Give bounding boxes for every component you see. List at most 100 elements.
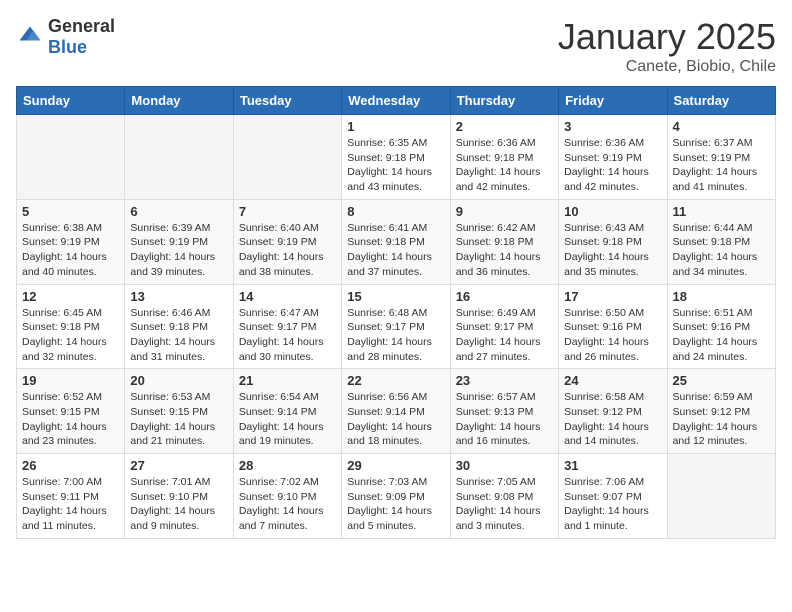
calendar-cell — [17, 115, 125, 200]
calendar-week-row: 1Sunrise: 6:35 AMSunset: 9:18 PMDaylight… — [17, 115, 776, 200]
calendar-title: January 2025 — [558, 16, 776, 58]
day-info: Sunrise: 6:44 AMSunset: 9:18 PMDaylight:… — [673, 221, 770, 280]
day-number: 2 — [456, 119, 553, 134]
day-info: Sunrise: 7:00 AMSunset: 9:11 PMDaylight:… — [22, 475, 119, 534]
logo-icon — [16, 23, 44, 51]
daylight-text: Daylight: 14 hours and 39 minutes. — [130, 251, 215, 278]
daylight-text: Daylight: 14 hours and 21 minutes. — [130, 421, 215, 448]
day-number: 5 — [22, 204, 119, 219]
calendar-cell: 21Sunrise: 6:54 AMSunset: 9:14 PMDayligh… — [233, 369, 341, 454]
sunrise-text: Sunrise: 6:44 AM — [673, 222, 753, 234]
daylight-text: Daylight: 14 hours and 36 minutes. — [456, 251, 541, 278]
daylight-text: Daylight: 14 hours and 26 minutes. — [564, 336, 649, 363]
daylight-text: Daylight: 14 hours and 23 minutes. — [22, 421, 107, 448]
day-info: Sunrise: 7:02 AMSunset: 9:10 PMDaylight:… — [239, 475, 336, 534]
day-info: Sunrise: 6:38 AMSunset: 9:19 PMDaylight:… — [22, 221, 119, 280]
day-info: Sunrise: 6:46 AMSunset: 9:18 PMDaylight:… — [130, 306, 227, 365]
daylight-text: Daylight: 14 hours and 43 minutes. — [347, 166, 432, 193]
calendar-cell: 28 Sunrise: 7:02 AMSunset: 9:10 PMDayligh… — [233, 454, 341, 539]
calendar-cell: 22Sunrise: 6:56 AMSunset: 9:14 PMDayligh… — [342, 369, 450, 454]
sunset-text: Sunset: 9:19 PM — [239, 236, 317, 248]
calendar-cell — [125, 115, 233, 200]
day-info: Sunrise: 6:45 AMSunset: 9:18 PMDaylight:… — [22, 306, 119, 365]
daylight-text: Daylight: 14 hours and 34 minutes. — [673, 251, 758, 278]
day-number: 7 — [239, 204, 336, 219]
sunset-text: Sunset: 9:12 PM — [673, 406, 751, 418]
calendar-cell: 13Sunrise: 6:46 AMSunset: 9:18 PMDayligh… — [125, 284, 233, 369]
sunset-text: Sunset: 9:15 PM — [130, 406, 208, 418]
daylight-text: Daylight: 14 hours and 11 minutes. — [22, 505, 107, 532]
day-info: Sunrise: 6:52 AMSunset: 9:15 PMDaylight:… — [22, 390, 119, 449]
day-number: 28 — [239, 458, 336, 473]
sunset-text: Sunset: 9:11 PM — [22, 491, 99, 503]
day-info: Sunrise: 6:56 AMSunset: 9:14 PMDaylight:… — [347, 390, 444, 449]
day-info: Sunrise: 6:37 AMSunset: 9:19 PMDaylight:… — [673, 136, 770, 195]
day-number: 16 — [456, 289, 553, 304]
weekday-header-wednesday: Wednesday — [342, 87, 450, 115]
calendar-cell: 4Sunrise: 6:37 AMSunset: 9:19 PMDaylight… — [667, 115, 775, 200]
day-number: 3 — [564, 119, 661, 134]
day-info: Sunrise: 7:05 AMSunset: 9:08 PMDaylight:… — [456, 475, 553, 534]
sunset-text: Sunset: 9:07 PM — [564, 491, 642, 503]
calendar-cell: 14Sunrise: 6:47 AMSunset: 9:17 PMDayligh… — [233, 284, 341, 369]
sunset-text: Sunset: 9:17 PM — [239, 321, 317, 333]
sunset-text: Sunset: 9:08 PM — [456, 491, 534, 503]
sunrise-text: Sunrise: 7:06 AM — [564, 476, 644, 488]
weekday-header-saturday: Saturday — [667, 87, 775, 115]
day-number: 19 — [22, 373, 119, 388]
calendar-cell: 26 Sunrise: 7:00 AMSunset: 9:11 PMDayligh… — [17, 454, 125, 539]
calendar-cell: 24Sunrise: 6:58 AMSunset: 9:12 PMDayligh… — [559, 369, 667, 454]
sunrise-text: Sunrise: 6:58 AM — [564, 391, 644, 403]
weekday-header-friday: Friday — [559, 87, 667, 115]
day-info: Sunrise: 6:49 AMSunset: 9:17 PMDaylight:… — [456, 306, 553, 365]
calendar-cell: 23Sunrise: 6:57 AMSunset: 9:13 PMDayligh… — [450, 369, 558, 454]
sunset-text: Sunset: 9:19 PM — [564, 152, 642, 164]
day-info: Sunrise: 6:58 AMSunset: 9:12 PMDaylight:… — [564, 390, 661, 449]
day-info: Sunrise: 6:48 AMSunset: 9:17 PMDaylight:… — [347, 306, 444, 365]
calendar-cell — [667, 454, 775, 539]
calendar-cell: 7 Sunrise: 6:40 AM Sunset: 9:19 PM Daylight… — [233, 199, 341, 284]
daylight-text: Daylight: 14 hours and 9 minutes. — [130, 505, 215, 532]
daylight-text: Daylight: 14 hours and 42 minutes. — [564, 166, 649, 193]
sunset-text: Sunset: 9:19 PM — [673, 152, 751, 164]
day-info: Sunrise: 6:39 AMSunset: 9:19 PMDaylight:… — [130, 221, 227, 280]
day-number: 11 — [673, 204, 770, 219]
daylight-text: Daylight: 14 hours and 27 minutes. — [456, 336, 541, 363]
sunrise-text: Sunrise: 6:57 AM — [456, 391, 536, 403]
day-number: 26 — [22, 458, 119, 473]
day-info: Sunrise: 7:03 AMSunset: 9:09 PMDaylight:… — [347, 475, 444, 534]
day-number: 21 — [239, 373, 336, 388]
sunrise-text: Sunrise: 6:52 AM — [22, 391, 102, 403]
sunset-text: Sunset: 9:17 PM — [347, 321, 425, 333]
sunset-text: Sunset: 9:14 PM — [347, 406, 425, 418]
daylight-text: Daylight: 14 hours and 42 minutes. — [456, 166, 541, 193]
sunset-text: Sunset: 9:10 PM — [239, 491, 317, 503]
daylight-text: Daylight: 14 hours and 28 minutes. — [347, 336, 432, 363]
daylight-text: Daylight: 14 hours and 12 minutes. — [673, 421, 758, 448]
day-number: 12 — [22, 289, 119, 304]
calendar-cell — [233, 115, 341, 200]
sunrise-text: Sunrise: 6:38 AM — [22, 222, 102, 234]
calendar-cell: 2Sunrise: 6:36 AMSunset: 9:18 PMDaylight… — [450, 115, 558, 200]
calendar-cell: 15Sunrise: 6:48 AMSunset: 9:17 PMDayligh… — [342, 284, 450, 369]
calendar-cell: 12 Sunrise: 6:45 AMSunset: 9:18 PMDayligh… — [17, 284, 125, 369]
logo: General Blue — [16, 16, 115, 58]
weekday-header-sunday: Sunday — [17, 87, 125, 115]
sunrise-text: Sunrise: 6:40 AM — [239, 222, 319, 234]
daylight-text: Daylight: 14 hours and 40 minutes. — [22, 251, 107, 278]
sunrise-text: Sunrise: 6:49 AM — [456, 307, 536, 319]
calendar-cell: 16 Sunrise: 6:49 AMSunset: 9:17 PMDayligh… — [450, 284, 558, 369]
day-number: 29 — [347, 458, 444, 473]
calendar-cell: 9Sunrise: 6:42 AMSunset: 9:18 PMDaylight… — [450, 199, 558, 284]
sunset-text: Sunset: 9:18 PM — [456, 236, 534, 248]
calendar-cell: 27Sunrise: 7:01 AMSunset: 9:10 PMDayligh… — [125, 454, 233, 539]
sunrise-text: Sunrise: 6:51 AM — [673, 307, 753, 319]
sunrise-text: Sunrise: 6:41 AM — [347, 222, 427, 234]
daylight-text: Daylight: 14 hours and 38 minutes. — [239, 251, 324, 278]
day-number: 10 — [564, 204, 661, 219]
calendar-cell: 10Sunrise: 6:43 AMSunset: 9:18 PMDayligh… — [559, 199, 667, 284]
day-number: 22 — [347, 373, 444, 388]
calendar-week-row: 26 Sunrise: 7:00 AMSunset: 9:11 PMDayligh… — [17, 454, 776, 539]
sunrise-text: Sunrise: 6:56 AM — [347, 391, 427, 403]
day-number: 23 — [456, 373, 553, 388]
